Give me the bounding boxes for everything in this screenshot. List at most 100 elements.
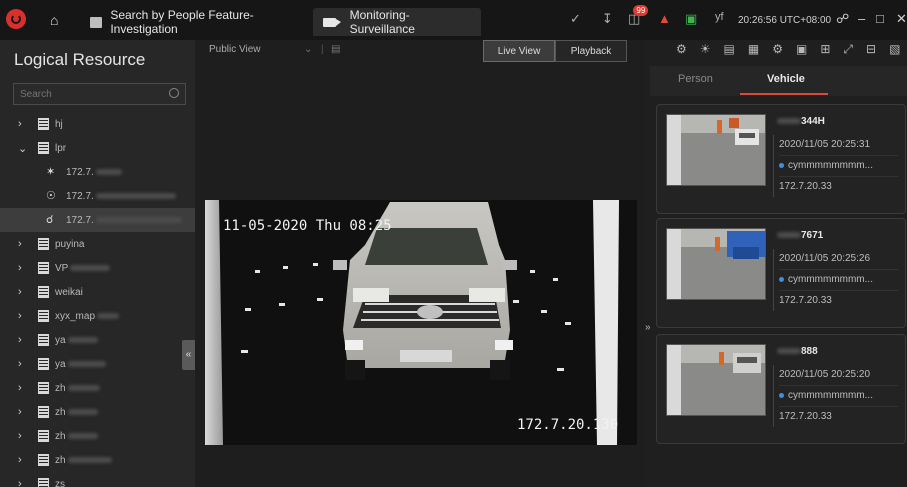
chevron-right-icon[interactable]: › [18,454,28,466]
chevron-right-icon[interactable]: › [18,430,28,442]
wrench-icon[interactable]: ✓ [570,11,581,27]
layout-icon[interactable]: ⊞ [820,42,830,57]
collapse-sidebar-button[interactable]: « [182,340,195,370]
video-window[interactable]: 11-05-2020 Thu 08:25 172.7.20.130 [205,200,637,445]
tree-node-lpr[interactable]: ⌄ lpr [0,136,195,160]
tree-device-1[interactable]: ✶ 172.7. [0,160,195,184]
camera-icon: ✶ [46,166,56,178]
vehicle-thumbnail[interactable] [666,228,766,300]
minimize-icon[interactable]: – [858,11,865,26]
playback-button[interactable]: Playback [555,40,627,62]
window-toolbar: ⚙ ☀ ▤ ▦ ⚙ ▣ ⊞ ⤢ ⊟ ▧ [676,42,900,57]
tree-node-weikai[interactable]: › weikai [0,280,195,304]
fullscreen-icon[interactable]: ⤢ [843,42,853,57]
view-selector[interactable]: Public View ⌄ | ▤ [209,44,340,55]
search-input[interactable] [14,84,154,104]
tree-node-zh-2[interactable]: › zh [0,400,195,424]
chevron-right-icon[interactable]: › [18,478,28,487]
view-selector-value: Public View [209,44,261,55]
redacted-text [97,313,120,319]
clock: 20:26:56 UTC+08:00 [738,15,832,26]
chevron-right-icon[interactable]: › [18,334,28,346]
tab-person[interactable]: Person [678,73,713,85]
user-text: cymmmmmmmm... [788,274,873,285]
camera-icon [323,17,341,27]
building-icon [38,430,49,442]
resource-icon[interactable]: ▣ [685,11,697,27]
tree-node-puyina[interactable]: › puyina [0,232,195,256]
tab-monitoring-surveillance[interactable]: Monitoring-Surveillance [313,8,481,36]
download-icon[interactable]: ↧ [602,11,613,27]
vehicle-video-frame [205,200,637,445]
settings-icon[interactable]: ⚙ [772,42,783,57]
node-label: ya [55,358,66,370]
chevron-down-icon[interactable]: ⌄ [18,142,28,155]
split-icon[interactable]: ⊟ [866,42,876,57]
tree-node-hj[interactable]: › hj [0,112,195,136]
building-icon [38,406,49,418]
tree-node-xyx-map[interactable]: › xyx_map [0,304,195,328]
vehicle-thumbnail[interactable] [666,114,766,186]
tree-node-zh-1[interactable]: › zh [0,376,195,400]
list-icon [90,16,103,28]
window-icon[interactable]: ▣ [796,42,807,57]
ptz-icon[interactable]: ☀ [700,42,711,57]
vehicle-card[interactable]: 344H 2020/11/05 20:25:31 cymmmmmmmm... 1… [656,104,906,214]
logical-resource-sidebar: Logical Resource › hj ⌄ lpr ✶ 172.7. ☉ 172.7… [0,40,195,487]
tree-node-ya-1[interactable]: › ya [0,328,195,352]
redacted-text [67,361,106,367]
node-label: zh [55,430,66,442]
plate-text: 888 [801,346,818,357]
node-label: xyx_map [55,310,96,322]
tree-node-vp[interactable]: › VP [0,256,195,280]
video-osd-ip: 172.7.20.130 [517,417,619,433]
save-view-icon[interactable]: ▤ [331,44,340,55]
redacted-text [67,433,98,439]
picture-icon[interactable]: ▦ [748,42,759,57]
search-icon[interactable] [169,88,179,98]
chevron-right-icon[interactable]: › [18,262,28,274]
tree-node-zs[interactable]: › zs [0,472,195,487]
anpr-camera-icon: ☌ [46,214,54,226]
user-name[interactable]: yf [715,11,724,23]
redacted-text [67,457,112,463]
user-text: cymmmmmmmm... [788,160,873,171]
redacted-text [67,337,98,343]
close-icon[interactable]: ✕ [896,11,907,27]
tree-node-ya-2[interactable]: › ya [0,352,195,376]
tree-device-3-selected[interactable]: ☌ 172.7. [0,208,195,232]
notification-icon[interactable]: ◫ 99 [628,5,649,27]
chevron-right-icon[interactable]: › [18,286,28,298]
chevron-right-icon[interactable]: › [18,358,28,370]
alarm-icon[interactable]: ▲ [658,11,671,26]
video-osd-timestamp: 11-05-2020 Thu 08:25 [223,218,392,234]
chevron-right-icon[interactable]: › [18,310,28,322]
tab-vehicle[interactable]: Vehicle [767,73,805,85]
chevron-right-icon[interactable]: › [18,118,28,130]
chevron-right-icon[interactable]: › [18,382,28,394]
vehicle-card[interactable]: 888 2020/11/05 20:25:20 cymmmmmmmm... 17… [656,334,906,444]
tab-search-by-people[interactable]: Search by People Feature-Investigation [80,8,306,36]
building-icon [38,478,49,487]
node-label: VP [55,262,69,274]
node-label: puyina [55,238,85,250]
search-box[interactable] [13,83,186,105]
lock-icon[interactable]: ☍ [836,11,849,27]
vehicle-card[interactable]: 7671 2020/11/05 20:25:26 cymmmmmmmm... 1… [656,218,906,328]
resource-tree: › hj ⌄ lpr ✶ 172.7. ☉ 172.7. ☌ 172.7. › puyina… [0,112,195,487]
tree-node-zh-4[interactable]: › zh [0,448,195,472]
tree-node-zh-3[interactable]: › zh [0,424,195,448]
live-view-button[interactable]: Live View [483,40,555,62]
fisheye-icon[interactable]: ⚙ [676,42,687,57]
tree-device-2[interactable]: ☉ 172.7. [0,184,195,208]
chevron-right-icon[interactable]: › [18,238,28,250]
node-label: ya [55,334,66,346]
chevron-down-icon[interactable]: ⌄ [304,44,312,55]
chevron-right-icon[interactable]: › [18,406,28,418]
export-icon[interactable]: ▧ [889,42,900,57]
vehicle-thumbnail[interactable] [666,344,766,416]
maximize-icon[interactable]: □ [876,11,884,26]
home-icon[interactable]: ⌂ [50,13,58,27]
record-icon[interactable]: ▤ [724,42,735,57]
redacted-text [777,118,801,125]
